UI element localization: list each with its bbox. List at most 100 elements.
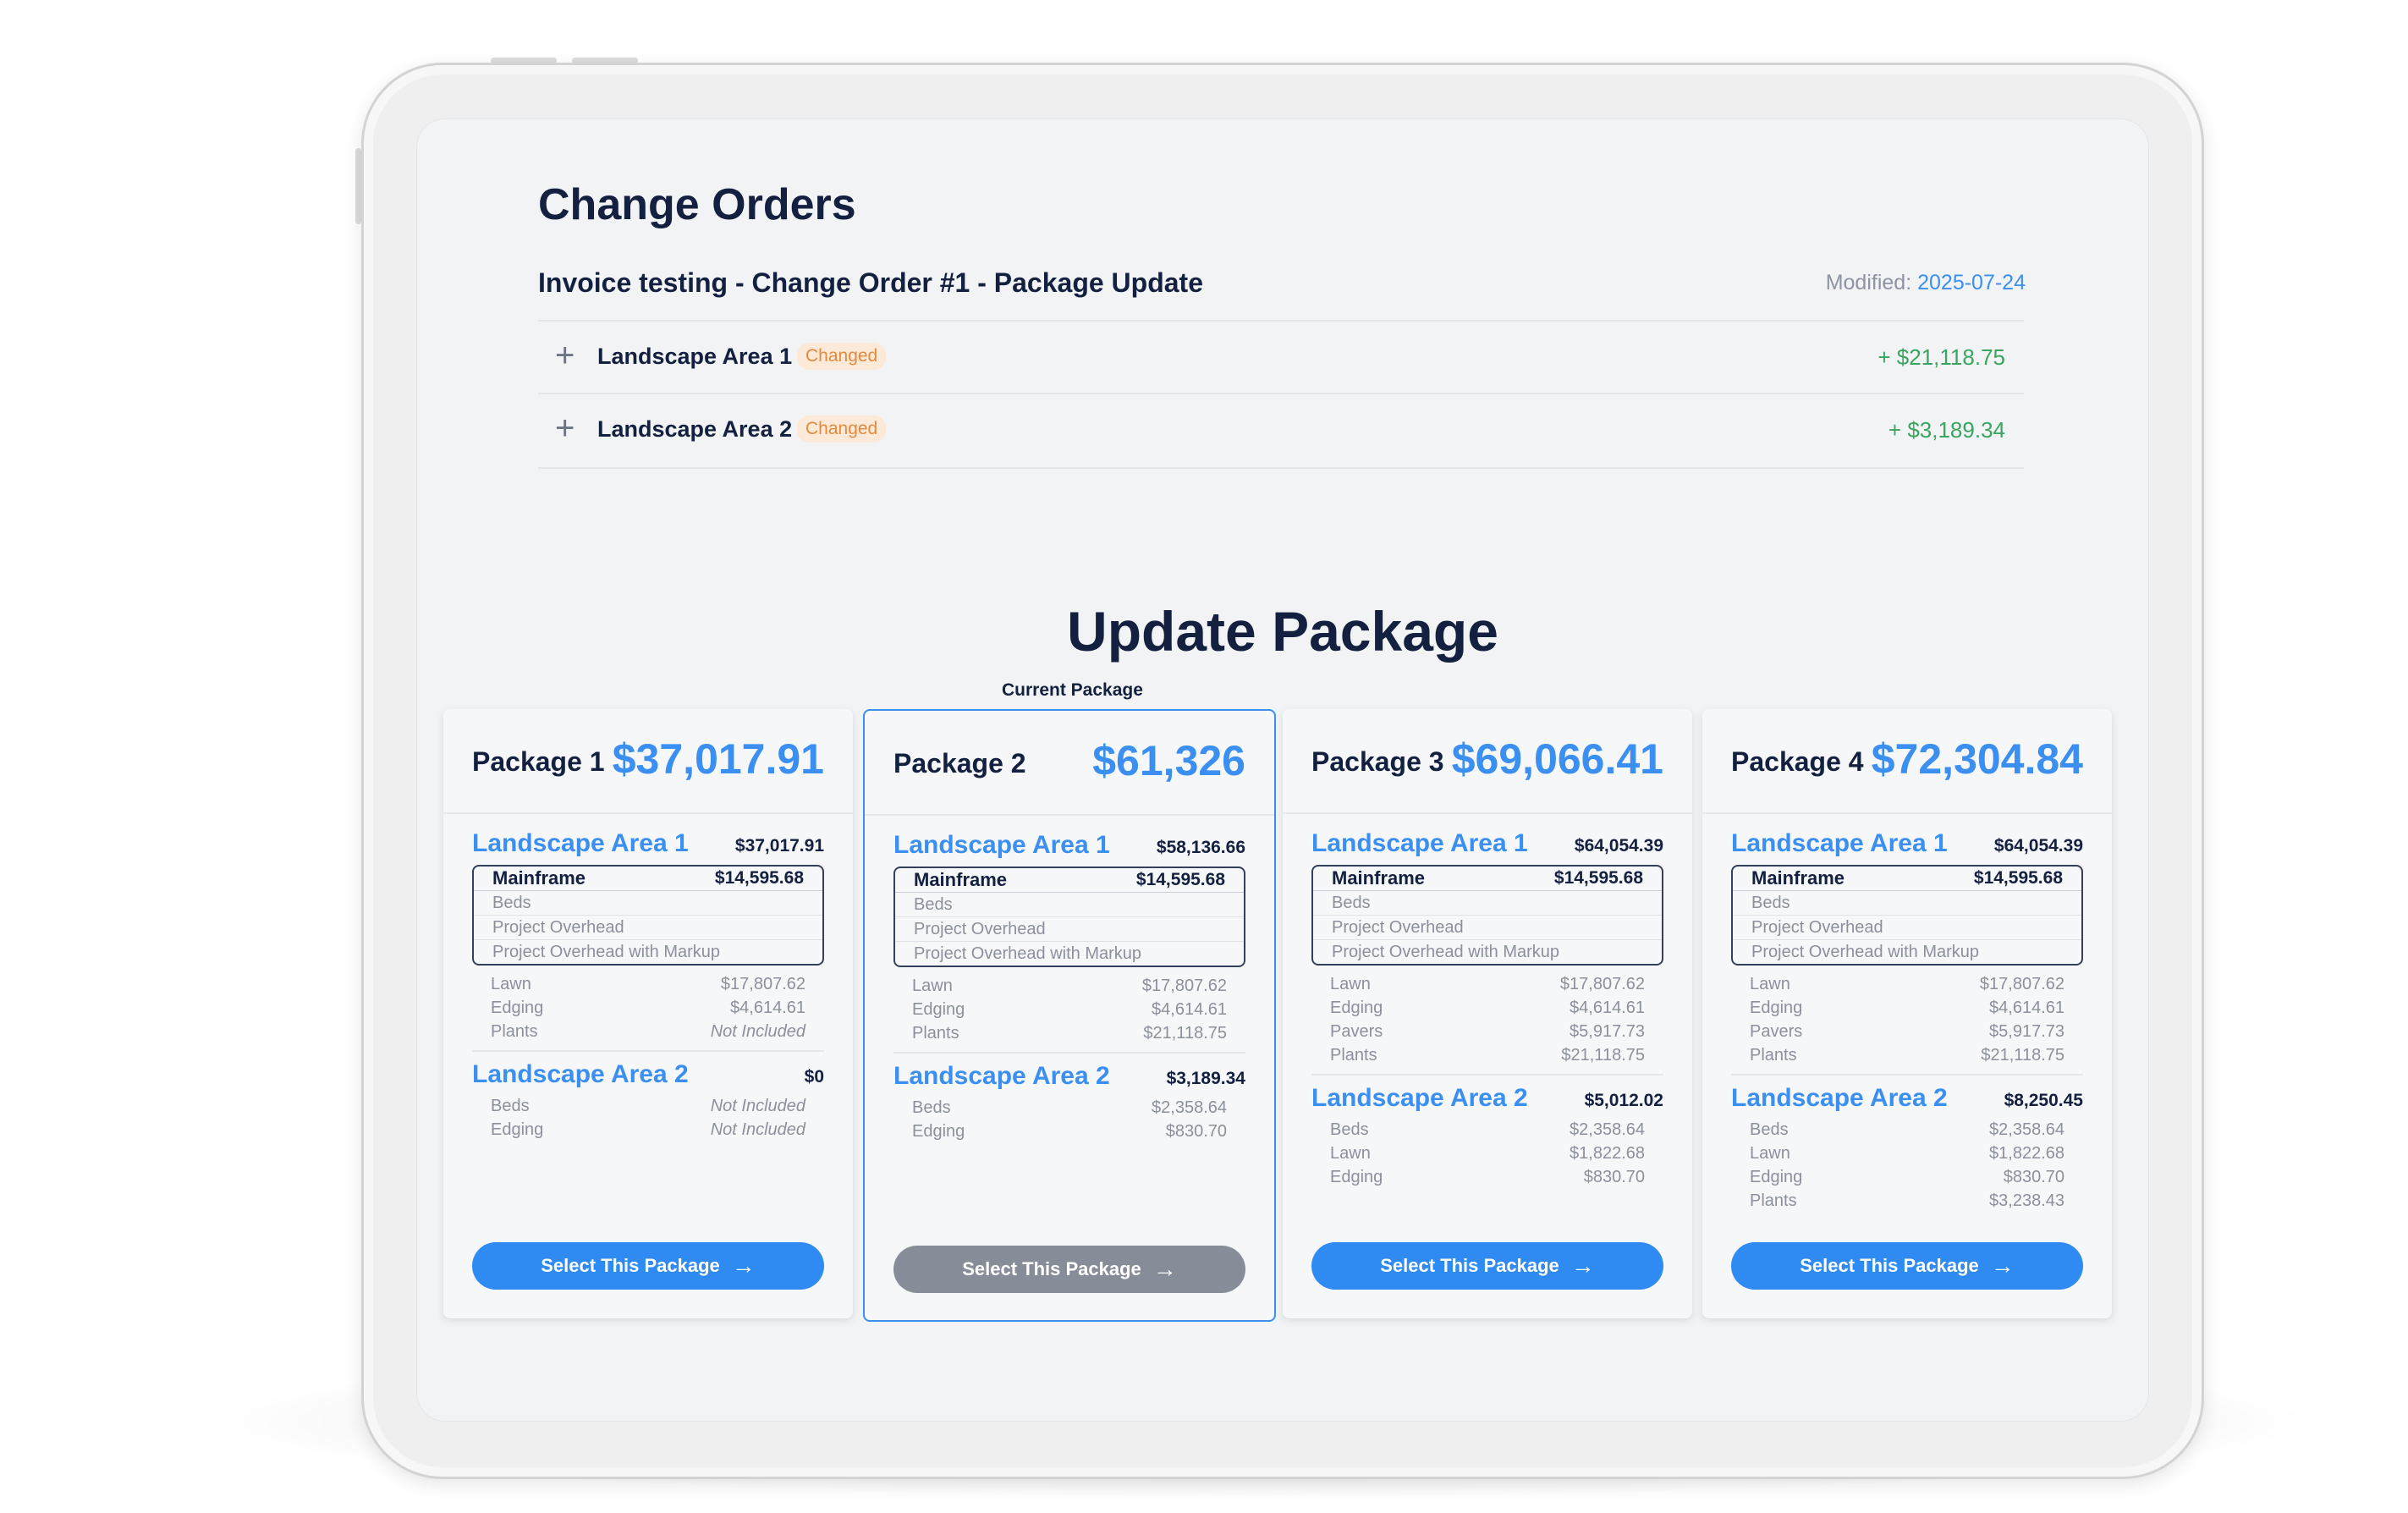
- line-value: $2,358.64: [1152, 1098, 1227, 1117]
- line-value: $4,614.61: [1989, 999, 2064, 1017]
- line-item: Plants $21,118.75: [893, 1021, 1245, 1045]
- line-value: $1,822.68: [1989, 1144, 2064, 1163]
- line-label: Edging: [1750, 999, 1803, 1017]
- plus-icon[interactable]: +: [555, 337, 575, 375]
- change-row-landscape-area-1[interactable]: + Landscape Area 1 Changed + $21,118.75: [538, 320, 2024, 394]
- mainframe-item: Project Overhead with Markup: [914, 944, 1142, 963]
- line-value: $4,614.61: [1152, 1000, 1227, 1019]
- current-package-label: Current Package: [1002, 680, 1143, 700]
- package-total: $69,066.41: [1451, 735, 1663, 783]
- line-value: $17,807.62: [1979, 975, 2064, 993]
- package-card-2: Package 2 $61,326 Landscape Area 1 $58,1…: [863, 709, 1276, 1322]
- arrow-right-icon: →: [731, 1252, 756, 1279]
- area-name: Landscape Area 1: [1311, 829, 1528, 857]
- page-title: Change Orders: [538, 180, 856, 229]
- package-total: $72,304.84: [1871, 735, 2083, 783]
- change-order-title: Invoice testing - Change Order #1 - Pack…: [538, 267, 1203, 298]
- line-item: Edging $4,614.61: [1311, 996, 1663, 1020]
- line-label: Beds: [912, 1098, 951, 1117]
- mainframe-label: Mainframe: [1751, 867, 1845, 889]
- line-value: $4,614.61: [730, 999, 805, 1017]
- mainframe-item: Project Overhead: [474, 916, 822, 940]
- line-value: $4,614.61: [1570, 999, 1645, 1017]
- line-label: Lawn: [912, 977, 953, 995]
- divider: [1311, 1074, 1663, 1076]
- area-total: $0: [804, 1067, 824, 1087]
- line-value: $2,358.64: [1989, 1120, 2064, 1139]
- line-item: Lawn $1,822.68: [1731, 1142, 2083, 1165]
- change-row-amount: + $21,118.75: [1877, 344, 2005, 370]
- line-label: Beds: [1750, 1120, 1789, 1139]
- change-row-amount: + $3,189.34: [1888, 417, 2005, 443]
- line-item: Edging $4,614.61: [893, 998, 1245, 1021]
- area-header: Landscape Area 2 $0: [472, 1060, 824, 1094]
- line-label: Edging: [912, 1122, 965, 1141]
- mainframe-label: Mainframe: [492, 867, 586, 889]
- area-name: Landscape Area 1: [893, 831, 1110, 859]
- line-item: Edging $830.70: [1731, 1165, 2083, 1189]
- mainframe-item: Project Overhead with Markup: [1332, 943, 1560, 961]
- mainframe-total: $14,595.68: [714, 868, 804, 888]
- area-total: $64,054.39: [1574, 836, 1663, 856]
- plus-icon[interactable]: +: [555, 410, 575, 448]
- mainframe-box: Mainframe $14,595.68 Beds Project Overhe…: [472, 865, 824, 966]
- select-package-button[interactable]: Select This Package →: [1311, 1242, 1663, 1290]
- mainframe-item: Project Overhead: [895, 917, 1244, 942]
- line-value: $21,118.75: [1143, 1024, 1227, 1043]
- mainframe-item: Beds: [1313, 891, 1662, 916]
- line-item: Edging $4,614.61: [472, 996, 824, 1020]
- line-label: Edging: [1330, 999, 1383, 1017]
- area-total: $37,017.91: [734, 836, 824, 856]
- device-side-button: [355, 148, 361, 224]
- select-button-label: Select This Package: [541, 1255, 720, 1276]
- package-name: Package 4: [1731, 746, 1864, 777]
- line-value: $3,238.43: [1989, 1191, 2064, 1210]
- area-header: Landscape Area 2 $3,189.34: [893, 1062, 1245, 1096]
- area-total: $3,189.34: [1166, 1069, 1245, 1088]
- select-package-button[interactable]: Select This Package →: [893, 1246, 1245, 1293]
- line-value: $5,917.73: [1989, 1022, 2064, 1041]
- line-value: $21,118.75: [1981, 1046, 2064, 1065]
- mainframe-item: Project Overhead with Markup: [1751, 943, 1980, 961]
- app-screen: Change Orders Invoice testing - Change O…: [416, 118, 2149, 1422]
- package-card-3: Package 3 $69,066.41 Landscape Area 1 $6…: [1283, 709, 1692, 1318]
- divider: [1731, 1074, 2083, 1076]
- package-name: Package 2: [893, 748, 1026, 779]
- select-package-button[interactable]: Select This Package →: [472, 1242, 824, 1290]
- arrow-right-icon: →: [1570, 1252, 1595, 1279]
- line-item: Beds Not Included: [472, 1094, 824, 1118]
- line-value: $5,917.73: [1570, 1022, 1645, 1041]
- divider: [472, 1050, 824, 1052]
- mainframe-item: Project Overhead: [1313, 916, 1662, 940]
- select-package-button[interactable]: Select This Package →: [1731, 1242, 2083, 1290]
- line-item: Plants $3,238.43: [1731, 1189, 2083, 1213]
- line-label: Plants: [1750, 1046, 1797, 1065]
- line-item: Edging $830.70: [1311, 1165, 1663, 1189]
- mainframe-label: Mainframe: [1332, 867, 1426, 889]
- area-header: Landscape Area 1 $37,017.91: [472, 829, 824, 863]
- mainframe-box: Mainframe $14,595.68 Beds Project Overhe…: [1731, 865, 2083, 966]
- select-button-label: Select This Package: [1380, 1255, 1559, 1276]
- package-name: Package 3: [1311, 746, 1444, 777]
- line-label: Plants: [912, 1024, 959, 1043]
- line-item: Lawn $1,822.68: [1311, 1142, 1663, 1165]
- area-header: Landscape Area 2 $5,012.02: [1311, 1084, 1663, 1118]
- line-label: Lawn: [1750, 975, 1790, 993]
- area-name: Landscape Area 2: [472, 1060, 689, 1088]
- line-label: Lawn: [1330, 975, 1371, 993]
- mainframe-label: Mainframe: [914, 869, 1008, 890]
- package-card-4: Package 4 $72,304.84 Landscape Area 1 $6…: [1702, 709, 2112, 1318]
- line-value: $830.70: [1583, 1168, 1645, 1186]
- line-value: Not Included: [710, 1120, 805, 1139]
- line-item: Edging Not Included: [472, 1118, 824, 1142]
- section-title: Update Package: [1067, 600, 1498, 663]
- select-button-label: Select This Package: [1800, 1255, 1979, 1276]
- mainframe-item: Project Overhead: [1733, 916, 2081, 940]
- line-label: Lawn: [491, 975, 531, 993]
- mainframe-item: Beds: [895, 893, 1244, 917]
- mainframe-total: $14,595.68: [1135, 870, 1225, 889]
- change-row-name: Landscape Area 2: [597, 416, 793, 442]
- change-row-landscape-area-2[interactable]: + Landscape Area 2 Changed + $3,189.34: [538, 393, 2024, 469]
- arrow-right-icon: →: [1990, 1252, 2015, 1279]
- line-label: Lawn: [1750, 1144, 1790, 1163]
